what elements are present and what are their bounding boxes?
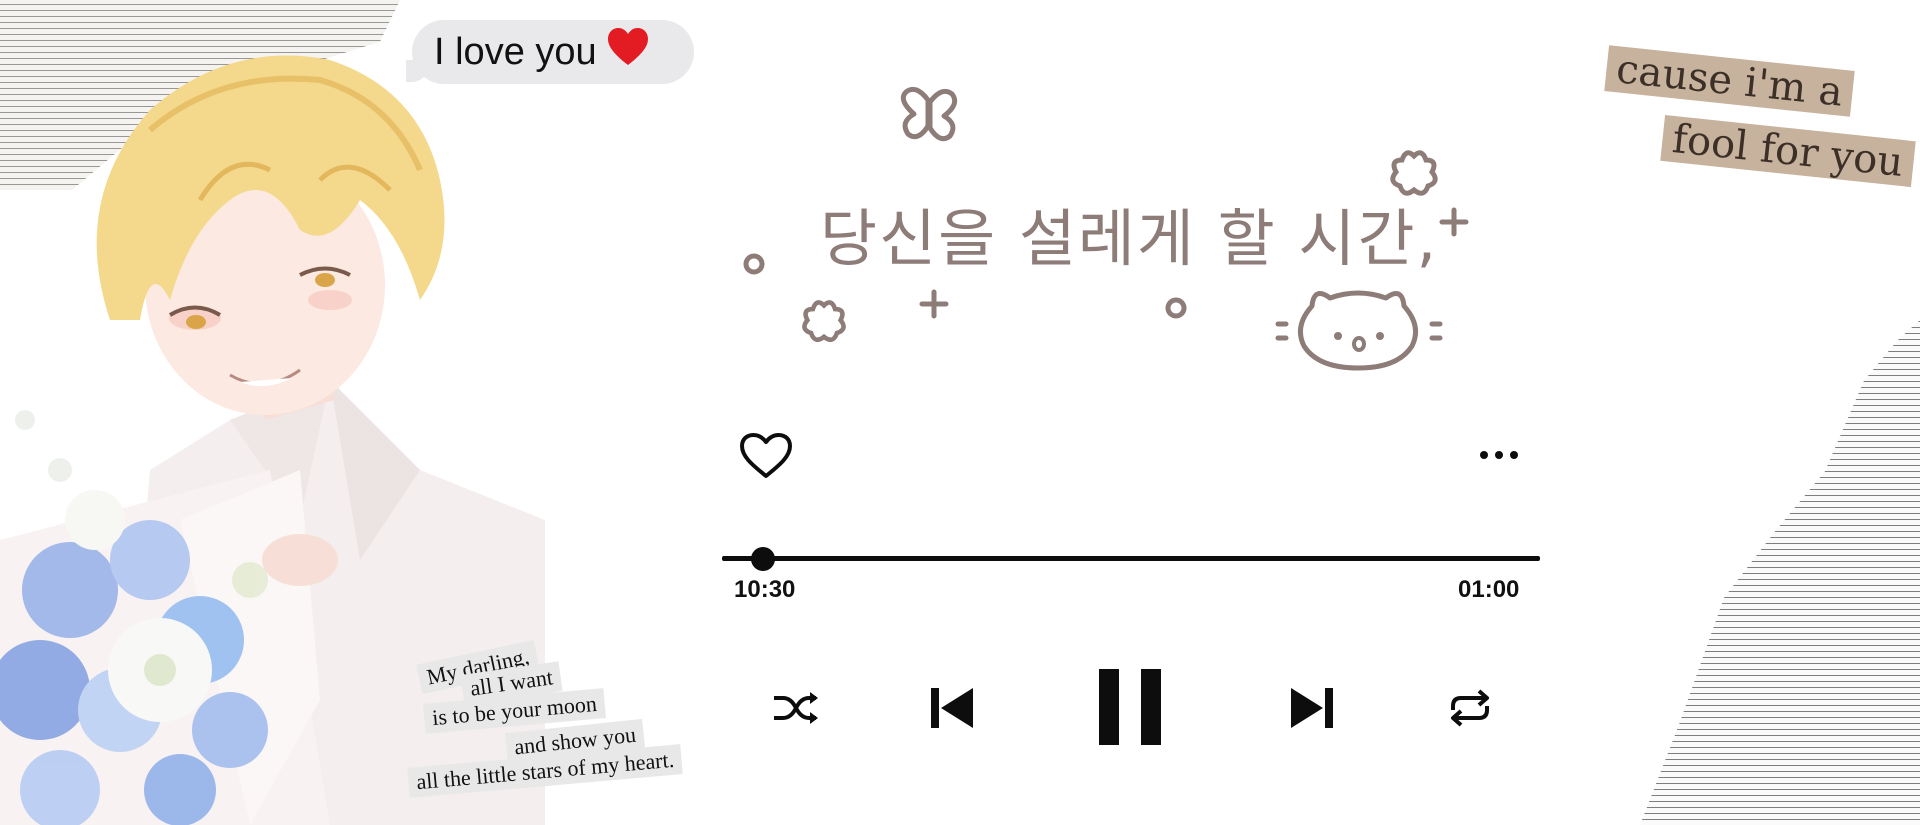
previous-track-button[interactable] bbox=[924, 680, 980, 736]
cat-face-doodle-icon bbox=[1275, 290, 1443, 371]
circle-doodle-icon bbox=[1165, 297, 1187, 319]
more-horizontal-icon bbox=[1480, 451, 1518, 459]
progress-bar[interactable] bbox=[722, 547, 1540, 571]
skip-previous-icon bbox=[931, 688, 973, 728]
quote-line-1: cause i'm a bbox=[1604, 45, 1855, 117]
bubble-text: I love you bbox=[434, 30, 597, 73]
repeat-button[interactable] bbox=[1442, 684, 1498, 732]
heart-outline-icon bbox=[740, 433, 792, 478]
shuffle-button[interactable] bbox=[768, 684, 824, 732]
next-track-button[interactable] bbox=[1284, 680, 1340, 736]
sparkle-plus-icon bbox=[919, 289, 949, 319]
newspaper-clipping-right bbox=[1640, 320, 1920, 825]
song-title: 당신을 설레게 할 시간, bbox=[820, 202, 1439, 275]
circle-doodle-icon bbox=[743, 253, 765, 275]
pause-button[interactable] bbox=[1090, 664, 1170, 750]
more-options-button[interactable] bbox=[1476, 440, 1522, 470]
pause-icon bbox=[1099, 669, 1161, 745]
love-message-bubble: I love you bbox=[406, 20, 694, 84]
like-button[interactable] bbox=[736, 428, 796, 484]
total-duration: 01:00 bbox=[1458, 576, 1520, 603]
sparkle-plus-icon bbox=[1439, 207, 1469, 237]
butterfly-doodle-icon bbox=[900, 86, 958, 142]
skip-next-icon bbox=[1291, 688, 1333, 728]
shuffle-icon bbox=[774, 692, 818, 724]
heart-emoji-icon bbox=[607, 27, 649, 77]
repeat-icon bbox=[1451, 689, 1489, 727]
quote-line-2: fool for you bbox=[1660, 114, 1916, 188]
flower-doodle-small-icon bbox=[802, 300, 846, 343]
progress-knob[interactable] bbox=[750, 547, 775, 571]
elapsed-time: 10:30 bbox=[734, 576, 796, 603]
